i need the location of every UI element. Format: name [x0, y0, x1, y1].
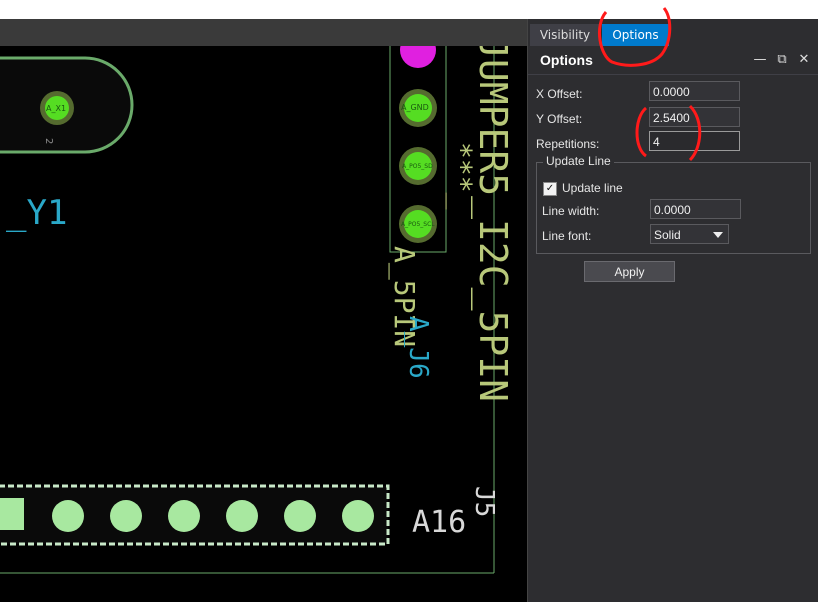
pad-gnd-label: A_GND: [401, 103, 429, 112]
chevron-down-icon: [713, 232, 723, 238]
line-font-label: Line font:: [542, 229, 592, 243]
x-offset-label: X Offset:: [536, 87, 583, 101]
pcb-drawing: A_X1 2 _Y1 A_GND A_PO5_SD A_PO5_SCL JUMP…: [0, 46, 515, 574]
window-top-strip: [0, 0, 818, 19]
update-line-group-title: Update Line: [543, 154, 614, 168]
pad-sd-label: A_PO5_SD: [402, 163, 433, 170]
panel-tabs: Visibility Options: [528, 19, 818, 46]
apply-button[interactable]: Apply: [584, 261, 675, 282]
header-pad-5: [226, 500, 258, 532]
minimize-icon[interactable]: —: [752, 52, 768, 67]
header-pad-4: [168, 500, 200, 532]
tab-visibility[interactable]: Visibility: [530, 24, 600, 46]
repetitions-input[interactable]: 4: [649, 131, 740, 151]
a-j6-text: A_J6: [403, 316, 433, 379]
line-font-value: Solid: [654, 228, 681, 242]
restore-icon[interactable]: ⧉: [774, 52, 790, 67]
pad-scl-label: A_PO5_SCL: [401, 221, 435, 228]
update-line-checkbox[interactable]: ✓: [543, 182, 557, 196]
options-panel: Visibility Options Options — ⧉ ✕ X Offse…: [527, 19, 818, 602]
line-width-input[interactable]: 0.0000: [650, 199, 741, 219]
header-pad-3: [110, 500, 142, 532]
j5-text: J5: [469, 486, 499, 517]
toolbar-strip: [0, 19, 527, 46]
header-pad-6: [284, 500, 316, 532]
x-offset-input[interactable]: 0.0000: [649, 81, 740, 101]
tab-options[interactable]: Options: [602, 24, 669, 46]
y-offset-label: Y Offset:: [536, 112, 583, 126]
header-pad-7: [342, 500, 374, 532]
update-line-group: Update Line ✓ Update line Line width: 0.…: [536, 154, 811, 254]
stars-silk-text: ***_: [444, 142, 478, 210]
panel-title: Options: [540, 52, 593, 68]
jumper-silk-text: JUMPER5_I2C_5PIN: [470, 46, 515, 402]
line-font-select[interactable]: Solid: [650, 224, 729, 244]
repetitions-label: Repetitions:: [536, 137, 600, 151]
header-square-pad: [0, 498, 24, 530]
update-line-checkbox-label: Update line: [562, 181, 623, 195]
y1-label: _Y1: [6, 193, 67, 233]
pcb-canvas[interactable]: A_X1 2 _Y1 A_GND A_PO5_SD A_PO5_SCL JUMP…: [0, 46, 527, 602]
a16-text: A16: [412, 505, 466, 540]
pad-number-2: 2: [43, 138, 54, 144]
header-pad-2: [52, 500, 84, 532]
close-icon[interactable]: ✕: [796, 52, 812, 67]
line-width-label: Line width:: [542, 204, 600, 218]
panel-header: Options — ⧉ ✕: [528, 46, 818, 75]
pad-x1-label: A_X1: [46, 104, 66, 113]
y-offset-input[interactable]: 2.5400: [649, 107, 740, 127]
